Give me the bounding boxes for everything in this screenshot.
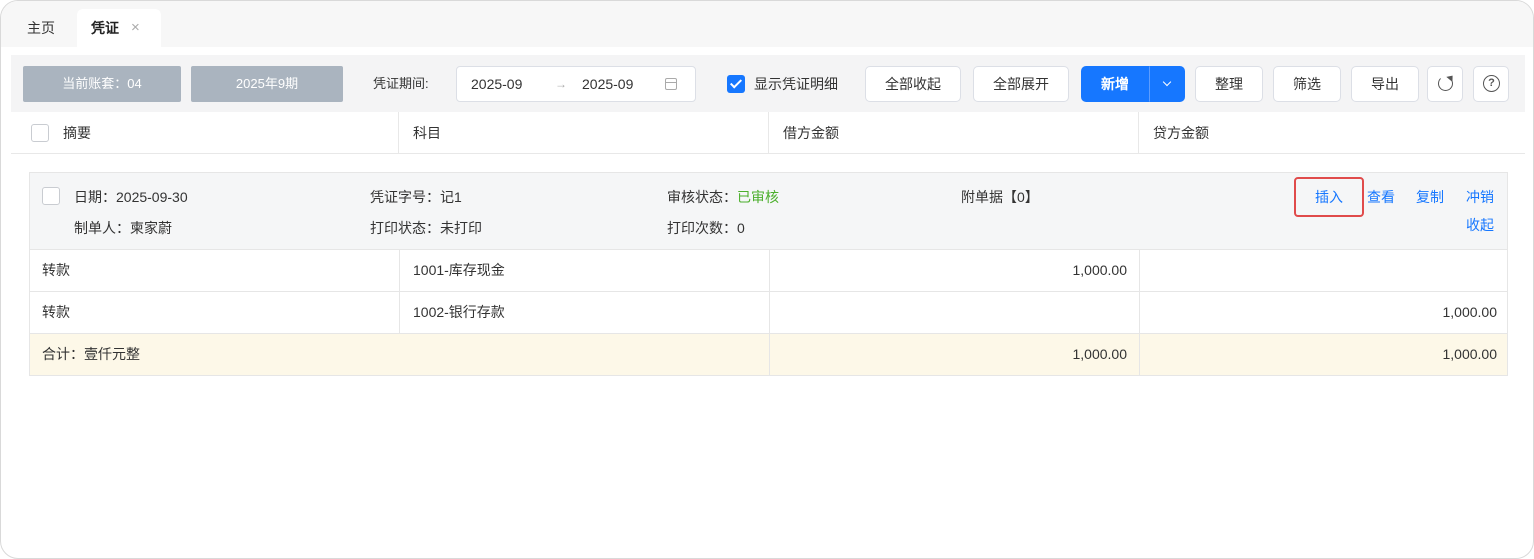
current-period-chip[interactable]: 2025年9期 bbox=[191, 66, 343, 102]
tidy-button[interactable]: 整理 bbox=[1195, 66, 1263, 102]
collapse-all-button[interactable]: 全部收起 bbox=[865, 66, 961, 102]
tab-home[interactable]: 主页 bbox=[27, 9, 77, 47]
audit-status-value: 已审核 bbox=[737, 189, 779, 205]
copy-link[interactable]: 复制 bbox=[1416, 187, 1444, 207]
tab-bar: 主页 凭证 × bbox=[1, 1, 1533, 47]
tab-voucher-label: 凭证 bbox=[91, 20, 119, 36]
show-detail-label: 显示凭证明细 bbox=[754, 76, 838, 92]
entry-debit bbox=[770, 292, 1127, 333]
entry-credit: 1,000.00 bbox=[1442, 304, 1498, 320]
entry-credit bbox=[1140, 250, 1497, 291]
calendar-icon bbox=[665, 78, 677, 90]
cell-divider bbox=[399, 250, 400, 291]
tab-voucher[interactable]: 凭证 × bbox=[77, 9, 161, 47]
close-icon[interactable]: × bbox=[131, 9, 140, 47]
reverse-link[interactable]: 冲销 bbox=[1466, 187, 1494, 207]
print-status: 打印状态：未打印 bbox=[370, 220, 482, 236]
entry-account: 1002-银行存款 bbox=[413, 304, 505, 320]
toolbar: 当前账套：04 2025年9期 凭证期间: 2025-09 → 2025-09 … bbox=[11, 55, 1525, 112]
date-range-picker[interactable]: 2025-09 → 2025-09 bbox=[456, 66, 696, 102]
voucher-info: 日期：2025-09-30 凭证字号：记1 审核状态：已审核 附单据【0】 制单… bbox=[29, 172, 1508, 250]
audit-status-label: 审核状态： bbox=[667, 189, 737, 205]
audit-status: 审核状态：已审核 bbox=[667, 187, 779, 207]
table-header: 摘要 科目 借方金额 贷方金额 bbox=[11, 112, 1525, 154]
collapse-link[interactable]: 收起 bbox=[1466, 215, 1494, 235]
entry-summary: 转款 bbox=[42, 304, 70, 320]
arrow-right-icon: → bbox=[555, 77, 567, 91]
voucher-page: 当前账套：04 2025年9期 凭证期间: 2025-09 → 2025-09 … bbox=[11, 55, 1525, 551]
refresh-button[interactable] bbox=[1427, 66, 1463, 102]
attachments[interactable]: 附单据【0】 bbox=[961, 187, 1039, 207]
print-count: 打印次数：0 bbox=[667, 220, 745, 236]
entry-summary: 转款 bbox=[42, 262, 70, 278]
help-icon: ? bbox=[1483, 75, 1500, 92]
date-start[interactable]: 2025-09 bbox=[471, 67, 522, 101]
refresh-icon bbox=[1438, 76, 1453, 91]
voucher-checkbox[interactable] bbox=[42, 187, 60, 205]
column-divider bbox=[1138, 112, 1139, 154]
filter-button[interactable]: 筛选 bbox=[1273, 66, 1341, 102]
column-summary: 摘要 bbox=[63, 125, 91, 141]
column-divider bbox=[398, 112, 399, 154]
voucher-number: 凭证字号：记1 bbox=[370, 189, 462, 205]
export-button[interactable]: 导出 bbox=[1351, 66, 1419, 102]
new-voucher-button[interactable]: 新增 bbox=[1081, 66, 1149, 102]
app-window: 主页 凭证 × 当前账套：04 2025年9期 凭证期间: 2025-09 → … bbox=[0, 0, 1534, 559]
voucher-period-label: 凭证期间: bbox=[373, 76, 429, 91]
cell-divider bbox=[399, 292, 400, 333]
column-debit: 借方金额 bbox=[783, 125, 839, 141]
column-account: 科目 bbox=[413, 125, 441, 141]
column-divider bbox=[768, 112, 769, 154]
entry-debit: 1,000.00 bbox=[1072, 262, 1128, 278]
insert-link[interactable]: 插入 bbox=[1315, 187, 1343, 207]
total-debit: 1,000.00 bbox=[1072, 346, 1128, 362]
total-credit: 1,000.00 bbox=[1442, 346, 1498, 362]
date-end[interactable]: 2025-09 bbox=[582, 67, 633, 101]
expand-all-button[interactable]: 全部展开 bbox=[973, 66, 1069, 102]
entry-account: 1001-库存现金 bbox=[413, 262, 505, 278]
total-row: 合计：壹仟元整 1,000.00 1,000.00 bbox=[29, 334, 1508, 376]
voucher-date: 日期：2025-09-30 bbox=[74, 189, 188, 205]
voucher-creator: 制单人：柬家蔚 bbox=[74, 220, 172, 236]
chevron-down-icon bbox=[1162, 77, 1172, 87]
help-button[interactable]: ? bbox=[1473, 66, 1509, 102]
table-row[interactable]: 转款 1002-银行存款 1,000.00 bbox=[29, 292, 1508, 334]
view-link[interactable]: 查看 bbox=[1367, 187, 1395, 207]
checkbox-checked-icon[interactable] bbox=[727, 75, 745, 93]
current-account-chip[interactable]: 当前账套：04 bbox=[23, 66, 181, 102]
column-credit: 贷方金额 bbox=[1153, 125, 1209, 141]
new-dropdown-button[interactable] bbox=[1149, 66, 1185, 102]
total-label: 合计：壹仟元整 bbox=[42, 346, 140, 362]
table-row[interactable]: 转款 1001-库存现金 1,000.00 bbox=[29, 250, 1508, 292]
select-all-checkbox[interactable] bbox=[31, 124, 49, 142]
